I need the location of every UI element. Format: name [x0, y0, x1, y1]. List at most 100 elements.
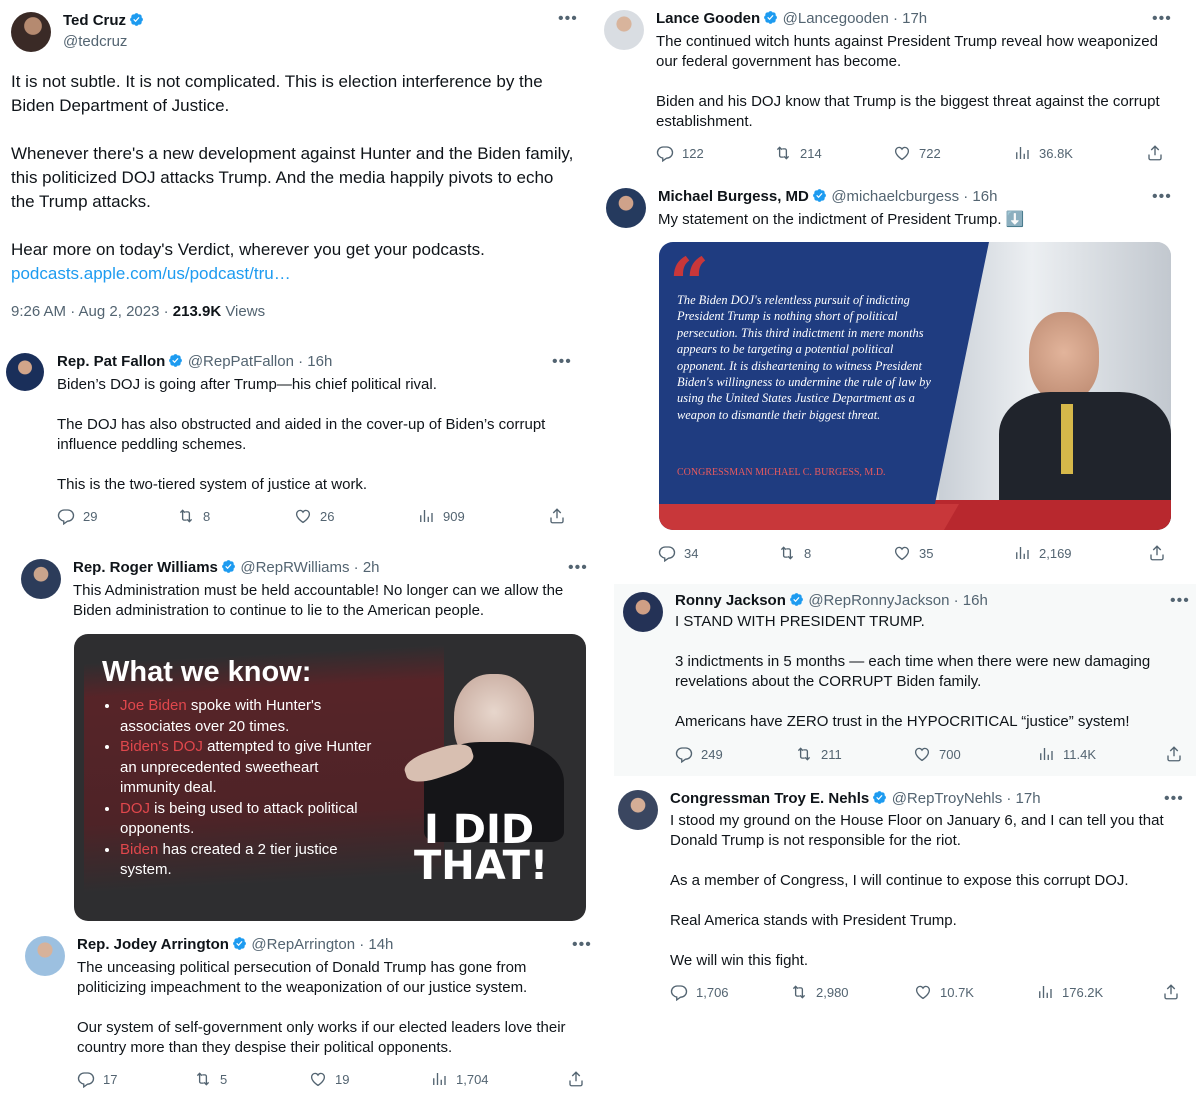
repost-button[interactable]: 8 — [778, 544, 811, 562]
like-button[interactable]: 722 — [893, 144, 941, 162]
podcast-link[interactable]: podcasts.apple.com/us/podcast/tru… — [11, 262, 576, 286]
like-button[interactable]: 10.7K — [914, 983, 974, 1001]
author-handle[interactable]: @RepPatFallon · 16h — [188, 353, 332, 370]
tweet-text: I STAND WITH PRESIDENT TRUMP. — [675, 613, 925, 630]
share-icon — [1148, 544, 1166, 562]
repost-icon — [790, 983, 808, 1001]
repost-icon — [177, 507, 195, 525]
tweet-roger-williams[interactable]: Rep. Roger Williams @RepRWilliams · 2h •… — [0, 545, 600, 930]
views-button[interactable]: 909 — [417, 507, 465, 525]
reply-count: 17 — [103, 1071, 118, 1087]
author-name[interactable]: Rep. Pat Fallon — [57, 353, 165, 370]
views-button[interactable]: 11.4K — [1037, 745, 1096, 763]
share-button[interactable] — [567, 1070, 585, 1088]
repost-button[interactable]: 214 — [774, 144, 822, 162]
repost-button[interactable]: 5 — [194, 1070, 227, 1088]
tweet-timestamp[interactable]: 9:26 AM · Aug 2, 2023 · — [11, 303, 173, 320]
author-name[interactable]: Ted Cruz — [63, 12, 126, 29]
more-icon[interactable]: ••• — [572, 936, 592, 954]
tweet-ted-cruz[interactable]: Ted Cruz @tedcruz ••• It is not subtle. … — [0, 0, 592, 334]
reply-button[interactable]: 34 — [658, 544, 698, 562]
repost-button[interactable]: 8 — [177, 507, 210, 525]
like-button[interactable]: 19 — [309, 1070, 349, 1088]
repost-icon — [194, 1070, 212, 1088]
tweet-michael-burgess[interactable]: Michael Burgess, MD @michaelcburgess · 1… — [596, 178, 1196, 578]
avatar[interactable] — [25, 936, 65, 976]
share-button[interactable] — [1146, 144, 1164, 162]
avatar[interactable] — [6, 353, 44, 391]
tweet-lance-gooden[interactable]: Lance Gooden @Lancegooden · 17h ••• The … — [596, 0, 1196, 176]
author-handle[interactable]: @RepTroyNehls · 17h — [892, 790, 1041, 807]
author-handle[interactable]: @tedcruz — [63, 33, 127, 50]
reply-button[interactable]: 1,706 — [670, 983, 729, 1001]
reply-button[interactable]: 249 — [675, 745, 723, 763]
more-icon[interactable]: ••• — [1170, 592, 1190, 610]
like-button[interactable]: 35 — [893, 544, 933, 562]
author-handle[interactable]: @michaelcburgess · 16h — [831, 188, 997, 205]
verified-badge-icon — [129, 12, 144, 27]
author-name[interactable]: Rep. Jodey Arrington — [77, 936, 229, 953]
share-button[interactable] — [548, 507, 566, 525]
tweet-media[interactable]: What we know: Joe Biden spoke with Hunte… — [74, 634, 586, 921]
more-icon[interactable]: ••• — [558, 10, 578, 28]
tweet-pat-fallon[interactable]: Rep. Pat Fallon @RepPatFallon · 16h ••• … — [0, 343, 592, 533]
share-icon — [1146, 144, 1164, 162]
repost-count: 214 — [800, 145, 822, 161]
author-name[interactable]: Ronny Jackson — [675, 592, 786, 609]
more-icon[interactable]: ••• — [1164, 790, 1184, 808]
author-handle[interactable]: @Lancegooden · 17h — [783, 10, 928, 27]
like-button[interactable]: 26 — [294, 507, 334, 525]
reply-icon — [57, 507, 75, 525]
share-button[interactable] — [1148, 544, 1166, 562]
avatar[interactable] — [606, 188, 646, 228]
verified-badge-icon — [789, 592, 804, 607]
reply-button[interactable]: 29 — [57, 507, 97, 525]
avatar[interactable] — [623, 592, 663, 632]
tweet-jodey-arrington[interactable]: Rep. Jodey Arrington @RepArrington · 14h… — [0, 928, 600, 1098]
more-icon[interactable]: ••• — [1152, 10, 1172, 28]
reply-count: 29 — [83, 508, 98, 524]
views-icon — [1036, 983, 1054, 1001]
views-button[interactable]: 1,704 — [430, 1070, 489, 1088]
views-icon — [417, 507, 435, 525]
avatar[interactable] — [21, 559, 61, 599]
author-name[interactable]: Michael Burgess, MD — [658, 188, 809, 205]
views-count: 1,704 — [456, 1071, 489, 1087]
repost-button[interactable]: 2,980 — [790, 983, 849, 1001]
repost-button[interactable]: 211 — [795, 745, 842, 763]
author-handle[interactable]: @RepArrington · 14h — [251, 936, 393, 953]
avatar[interactable] — [604, 10, 644, 50]
like-count: 26 — [320, 508, 335, 524]
author-handle[interactable]: @RepRonnyJackson · 16h — [808, 592, 988, 609]
share-button[interactable] — [1162, 983, 1180, 1001]
like-icon — [294, 507, 312, 525]
tweet-actions: 249 211 700 11.4K — [675, 745, 1190, 765]
like-icon — [893, 144, 911, 162]
views-button[interactable]: 2,169 — [1013, 544, 1072, 562]
tweet-media[interactable]: “ The Biden DOJ's relentless pursuit of … — [659, 242, 1171, 530]
avatar[interactable] — [11, 12, 51, 52]
tweet-troy-nehls[interactable]: Congressman Troy E. Nehls @RepTroyNehls … — [606, 780, 1196, 1010]
repost-count: 211 — [821, 746, 842, 762]
tweet-ronny-jackson[interactable]: Ronny Jackson @RepRonnyJackson · 16h •••… — [614, 584, 1196, 776]
author-handle[interactable]: @RepRWilliams · 2h — [240, 559, 379, 576]
more-icon[interactable]: ••• — [1152, 188, 1172, 206]
reply-button[interactable]: 17 — [77, 1070, 117, 1088]
more-icon[interactable]: ••• — [568, 559, 588, 577]
more-icon[interactable]: ••• — [552, 353, 572, 371]
share-button[interactable] — [1165, 745, 1183, 763]
reply-button[interactable]: 122 — [656, 144, 704, 162]
author-name[interactable]: Rep. Roger Williams — [73, 559, 218, 576]
like-button[interactable]: 700 — [913, 745, 961, 763]
author-name[interactable]: Congressman Troy E. Nehls — [670, 790, 869, 807]
tweet-text: The continued witch hunts against Presid… — [656, 33, 1158, 70]
author-name[interactable]: Lance Gooden — [656, 10, 760, 27]
tweet-text: I stood my ground on the House Floor on … — [670, 812, 1164, 849]
views-button[interactable]: 36.8K — [1013, 144, 1073, 162]
like-count: 35 — [919, 545, 934, 561]
tweet-text: Whenever there's a new development again… — [11, 144, 574, 211]
views-button[interactable]: 176.2K — [1036, 983, 1103, 1001]
like-count: 19 — [335, 1071, 350, 1087]
avatar[interactable] — [618, 790, 658, 830]
views-icon — [1037, 745, 1055, 763]
